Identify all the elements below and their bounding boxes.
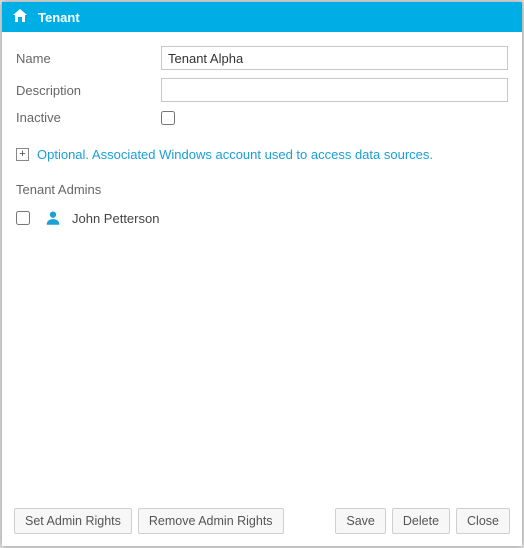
tenant-admins-list: John Petterson [16,207,508,498]
inactive-row: Inactive [16,110,508,125]
description-input[interactable] [161,78,508,102]
inactive-label: Inactive [16,110,161,125]
name-label: Name [16,51,161,66]
inactive-checkbox[interactable] [161,111,175,125]
description-label: Description [16,83,161,98]
name-row: Name [16,46,508,70]
tenant-admins-label: Tenant Admins [16,182,508,197]
titlebar: Tenant [2,2,522,32]
tenant-dialog: Tenant Name Description Inactive + Optio… [2,2,522,546]
admin-row-checkbox[interactable] [16,211,30,225]
description-row: Description [16,78,508,102]
remove-admin-rights-button[interactable]: Remove Admin Rights [138,508,284,534]
person-icon [44,209,62,227]
list-item: John Petterson [16,207,508,229]
name-input[interactable] [161,46,508,70]
admin-name: John Petterson [72,211,159,226]
home-icon [12,9,38,26]
optional-account-link[interactable]: Optional. Associated Windows account use… [37,147,433,162]
delete-button[interactable]: Delete [392,508,450,534]
dialog-footer: Set Admin Rights Remove Admin Rights Sav… [2,498,522,546]
save-button[interactable]: Save [335,508,386,534]
close-button[interactable]: Close [456,508,510,534]
dialog-body: Name Description Inactive + Optional. As… [2,32,522,498]
window-title: Tenant [38,10,80,25]
set-admin-rights-button[interactable]: Set Admin Rights [14,508,132,534]
optional-account-expander: + Optional. Associated Windows account u… [16,147,508,162]
expand-icon[interactable]: + [16,148,29,161]
